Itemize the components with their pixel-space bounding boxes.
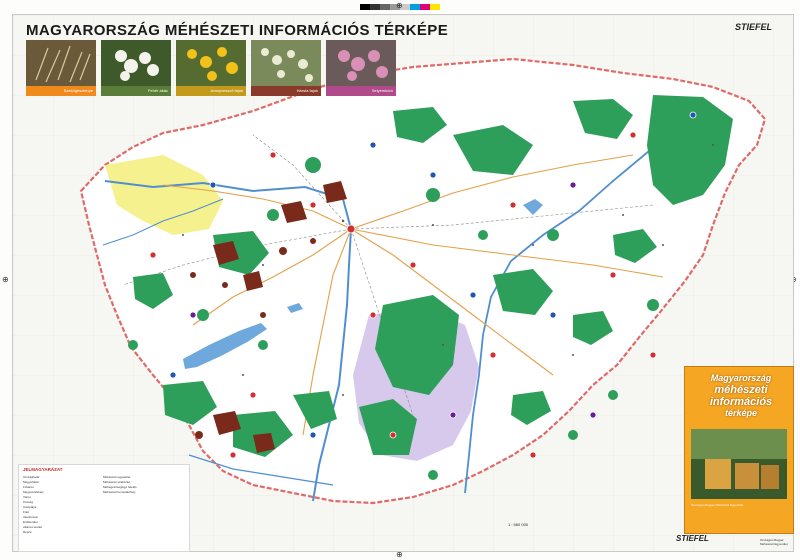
cover-note: Országos Magyar Méhészeti Egyesület <box>691 503 744 507</box>
publisher-logo: STIEFEL <box>734 22 772 32</box>
cover-title: Magyarország méhészeti információs térké… <box>693 373 789 419</box>
legend-title: JELMAGYARÁZAT <box>23 467 63 472</box>
photo-caption: Aranyvessző fajok <box>176 86 246 96</box>
photo-caption: Hársfa fajok <box>251 86 321 96</box>
legend-item: Erdőterület <box>23 520 38 524</box>
legend-item: Megyeszékhely <box>23 490 44 494</box>
photo-card-linden: Hársfa fajok <box>251 40 321 96</box>
beehive-photo <box>691 429 787 499</box>
photo-caption: Selyemkóró <box>326 86 396 96</box>
legend-item: Város <box>23 495 31 499</box>
publisher-logo-bottom: STIEFEL <box>676 534 709 543</box>
acacia-photo <box>101 40 171 86</box>
cover-title-line: térképe <box>724 408 758 418</box>
legend-item: Autópálya <box>23 505 37 509</box>
photo-card-chestnut: Szelídgesztenye <box>26 40 96 96</box>
map-legend: JELMAGYARÁZAT Országhatár Megyehatár Főv… <box>18 464 190 552</box>
photo-caption: Szelídgesztenye <box>26 86 96 96</box>
legend-item: Főváros <box>23 485 34 489</box>
cover-title-line: méhészeti <box>714 384 768 396</box>
chestnut-photo <box>26 40 96 86</box>
registration-mark-top: ⊕ <box>396 1 403 10</box>
legend-item: Méhegészségügyi felelős <box>103 485 137 489</box>
goldenrod-photo <box>176 40 246 86</box>
legend-item: Méhészeti szaküzlet <box>103 480 131 484</box>
scale-text: 1 : 560 000 <box>508 522 529 527</box>
legend-item: Akácos terület <box>23 525 43 529</box>
linden-photo <box>251 40 321 86</box>
plant-photo-strip: Szelídgesztenye Fehér akác Aranyvessző f… <box>26 40 398 96</box>
photo-card-goldenrod: Aranyvessző fajok <box>176 40 246 96</box>
legend-item: Országhatár <box>23 475 40 479</box>
legend-item: Méhészeti bemutatóhely <box>103 490 136 494</box>
legend-item: Méhészeti egyesület <box>103 475 131 479</box>
map-title: MAGYARORSZÁG MÉHÉSZETI INFORMÁCIÓS TÉRKÉ… <box>26 22 449 39</box>
cover-panel: Magyarország méhészeti információs térké… <box>684 366 794 534</box>
legend-item: Vasútvonal <box>23 515 38 519</box>
map-sheet: ⊕ ⊕ ⊕ ⊕ <box>0 0 800 560</box>
photo-card-milkweed: Selyemkóró <box>326 40 396 96</box>
photo-caption: Fehér akác <box>101 86 171 96</box>
legend-item: Megyehatár <box>23 480 39 484</box>
milkweed-photo <box>326 40 396 86</box>
legend-item: Repce <box>23 530 32 534</box>
legend-item: Község <box>23 500 34 504</box>
legend-item: Főút <box>23 510 30 514</box>
footer-note: Országos Magyar Méhészeti Egyesület <box>760 538 788 546</box>
photo-card-acacia: Fehér akác <box>101 40 171 96</box>
cover-title-line: Magyarország <box>710 373 772 383</box>
cover-title-line: információs <box>709 396 773 408</box>
registration-mark-bottom: ⊕ <box>396 550 403 559</box>
registration-mark-left: ⊕ <box>2 275 9 284</box>
